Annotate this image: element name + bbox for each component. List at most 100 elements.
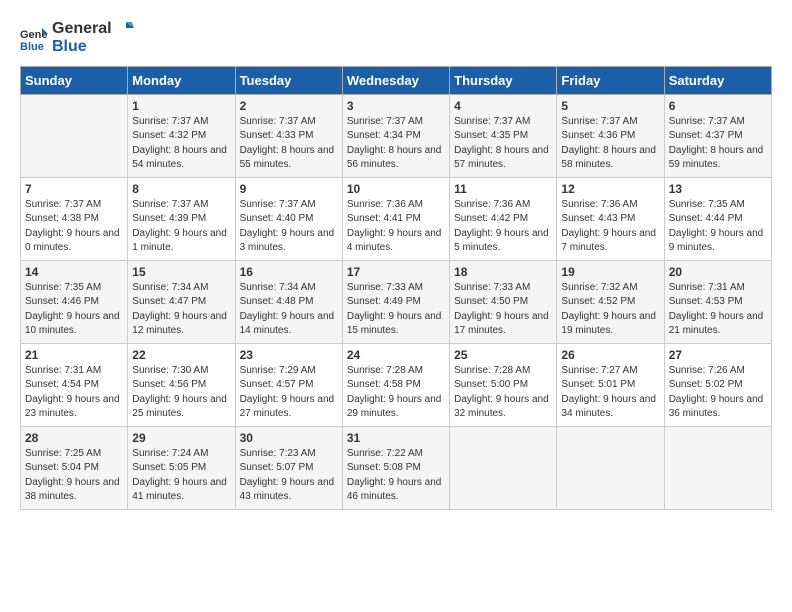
logo-icon: General Blue	[20, 24, 48, 52]
day-number: 10	[347, 182, 445, 196]
calendar-cell: 20 Sunrise: 7:31 AMSunset: 4:53 PMDayligh…	[664, 260, 771, 343]
calendar-cell: 13 Sunrise: 7:35 AMSunset: 4:44 PMDayligh…	[664, 177, 771, 260]
day-header-saturday: Saturday	[664, 66, 771, 94]
day-info: Sunrise: 7:37 AMSunset: 4:38 PMDaylight:…	[25, 198, 123, 256]
calendar-cell	[21, 94, 128, 177]
day-info: Sunrise: 7:26 AMSunset: 5:02 PMDaylight:…	[669, 364, 767, 422]
calendar-cell: 25 Sunrise: 7:28 AMSunset: 5:00 PMDayligh…	[450, 343, 557, 426]
day-number: 25	[454, 348, 552, 362]
day-number: 14	[25, 265, 123, 279]
calendar-header-row: SundayMondayTuesdayWednesdayThursdayFrid…	[21, 66, 772, 94]
calendar-cell: 26 Sunrise: 7:27 AMSunset: 5:01 PMDayligh…	[557, 343, 664, 426]
day-info: Sunrise: 7:35 AMSunset: 4:46 PMDaylight:…	[25, 281, 123, 339]
day-number: 9	[240, 182, 338, 196]
calendar-cell: 28Sunrise: 7:25 AMSunset: 5:04 PMDayligh…	[21, 426, 128, 509]
day-info: Sunrise: 7:34 AMSunset: 4:47 PMDaylight:…	[132, 281, 230, 339]
day-info: Sunrise: 7:33 AMSunset: 4:50 PMDaylight:…	[454, 281, 552, 339]
day-number: 16	[240, 265, 338, 279]
day-number: 27	[669, 348, 767, 362]
calendar-cell: 22 Sunrise: 7:30 AMSunset: 4:56 PMDayligh…	[128, 343, 235, 426]
day-header-monday: Monday	[128, 66, 235, 94]
logo: General Blue General Blue	[20, 20, 134, 56]
calendar-cell	[557, 426, 664, 509]
calendar-cell: 5 Sunrise: 7:37 AMSunset: 4:36 PMDaylight…	[557, 94, 664, 177]
day-info: Sunrise: 7:36 AMSunset: 4:43 PMDaylight:…	[561, 198, 659, 256]
day-number: 3	[347, 99, 445, 113]
svg-text:Blue: Blue	[20, 41, 44, 52]
calendar-cell: 3 Sunrise: 7:37 AMSunset: 4:34 PMDaylight…	[342, 94, 449, 177]
calendar-cell: 17Sunrise: 7:33 AMSunset: 4:49 PMDayligh…	[342, 260, 449, 343]
calendar-cell	[664, 426, 771, 509]
day-number: 28	[25, 431, 123, 445]
day-info: Sunrise: 7:27 AMSunset: 5:01 PMDaylight:…	[561, 364, 659, 422]
day-info: Sunrise: 7:37 AMSunset: 4:32 PMDaylight:…	[132, 115, 230, 173]
calendar-week-5: 28Sunrise: 7:25 AMSunset: 5:04 PMDayligh…	[21, 426, 772, 509]
calendar-week-2: 7 Sunrise: 7:37 AMSunset: 4:38 PMDaylight…	[21, 177, 772, 260]
day-info: Sunrise: 7:28 AMSunset: 5:00 PMDaylight:…	[454, 364, 552, 422]
calendar-cell: 11 Sunrise: 7:36 AMSunset: 4:42 PMDayligh…	[450, 177, 557, 260]
calendar-week-3: 14 Sunrise: 7:35 AMSunset: 4:46 PMDayligh…	[21, 260, 772, 343]
day-header-friday: Friday	[557, 66, 664, 94]
calendar-cell: 9Sunrise: 7:37 AMSunset: 4:40 PMDaylight…	[235, 177, 342, 260]
day-number: 11	[454, 182, 552, 196]
day-header-wednesday: Wednesday	[342, 66, 449, 94]
day-number: 1	[132, 99, 230, 113]
calendar-cell: 10 Sunrise: 7:36 AMSunset: 4:41 PMDayligh…	[342, 177, 449, 260]
calendar-cell: 30 Sunrise: 7:23 AMSunset: 5:07 PMDayligh…	[235, 426, 342, 509]
calendar-cell: 21Sunrise: 7:31 AMSunset: 4:54 PMDayligh…	[21, 343, 128, 426]
day-number: 31	[347, 431, 445, 445]
day-number: 12	[561, 182, 659, 196]
day-info: Sunrise: 7:37 AMSunset: 4:37 PMDaylight:…	[669, 115, 767, 173]
logo-bird-icon	[116, 20, 134, 38]
day-info: Sunrise: 7:31 AMSunset: 4:53 PMDaylight:…	[669, 281, 767, 339]
calendar-cell: 7 Sunrise: 7:37 AMSunset: 4:38 PMDaylight…	[21, 177, 128, 260]
day-info: Sunrise: 7:35 AMSunset: 4:44 PMDaylight:…	[669, 198, 767, 256]
calendar-cell: 6 Sunrise: 7:37 AMSunset: 4:37 PMDaylight…	[664, 94, 771, 177]
day-info: Sunrise: 7:33 AMSunset: 4:49 PMDaylight:…	[347, 281, 445, 339]
calendar-cell: 18 Sunrise: 7:33 AMSunset: 4:50 PMDayligh…	[450, 260, 557, 343]
day-info: Sunrise: 7:34 AMSunset: 4:48 PMDaylight:…	[240, 281, 338, 339]
day-number: 8	[132, 182, 230, 196]
day-info: Sunrise: 7:37 AMSunset: 4:33 PMDaylight:…	[240, 115, 338, 173]
day-header-thursday: Thursday	[450, 66, 557, 94]
day-number: 7	[25, 182, 123, 196]
calendar-cell: 8 Sunrise: 7:37 AMSunset: 4:39 PMDaylight…	[128, 177, 235, 260]
day-number: 13	[669, 182, 767, 196]
day-info: Sunrise: 7:36 AMSunset: 4:41 PMDaylight:…	[347, 198, 445, 256]
day-info: Sunrise: 7:37 AMSunset: 4:39 PMDaylight:…	[132, 198, 230, 256]
day-info: Sunrise: 7:23 AMSunset: 5:07 PMDaylight:…	[240, 447, 338, 505]
calendar-cell: 2 Sunrise: 7:37 AMSunset: 4:33 PMDaylight…	[235, 94, 342, 177]
day-header-tuesday: Tuesday	[235, 66, 342, 94]
calendar-cell: 31Sunrise: 7:22 AMSunset: 5:08 PMDayligh…	[342, 426, 449, 509]
calendar-cell: 4Sunrise: 7:37 AMSunset: 4:35 PMDaylight…	[450, 94, 557, 177]
day-info: Sunrise: 7:37 AMSunset: 4:36 PMDaylight:…	[561, 115, 659, 173]
day-number: 6	[669, 99, 767, 113]
calendar-cell: 16 Sunrise: 7:34 AMSunset: 4:48 PMDayligh…	[235, 260, 342, 343]
day-number: 24	[347, 348, 445, 362]
calendar-cell: 1 Sunrise: 7:37 AMSunset: 4:32 PMDaylight…	[128, 94, 235, 177]
day-number: 18	[454, 265, 552, 279]
calendar-cell: 24Sunrise: 7:28 AMSunset: 4:58 PMDayligh…	[342, 343, 449, 426]
day-number: 15	[132, 265, 230, 279]
day-number: 26	[561, 348, 659, 362]
day-number: 29	[132, 431, 230, 445]
day-info: Sunrise: 7:37 AMSunset: 4:34 PMDaylight:…	[347, 115, 445, 173]
calendar-cell: 15 Sunrise: 7:34 AMSunset: 4:47 PMDayligh…	[128, 260, 235, 343]
day-info: Sunrise: 7:30 AMSunset: 4:56 PMDaylight:…	[132, 364, 230, 422]
day-info: Sunrise: 7:31 AMSunset: 4:54 PMDaylight:…	[25, 364, 123, 422]
calendar-cell: 23Sunrise: 7:29 AMSunset: 4:57 PMDayligh…	[235, 343, 342, 426]
day-number: 5	[561, 99, 659, 113]
logo-general-text: General	[52, 20, 112, 37]
calendar-cell: 27 Sunrise: 7:26 AMSunset: 5:02 PMDayligh…	[664, 343, 771, 426]
day-number: 4	[454, 99, 552, 113]
day-number: 30	[240, 431, 338, 445]
day-number: 20	[669, 265, 767, 279]
day-number: 23	[240, 348, 338, 362]
day-number: 22	[132, 348, 230, 362]
calendar-week-1: 1 Sunrise: 7:37 AMSunset: 4:32 PMDaylight…	[21, 94, 772, 177]
day-info: Sunrise: 7:36 AMSunset: 4:42 PMDaylight:…	[454, 198, 552, 256]
calendar-cell	[450, 426, 557, 509]
day-number: 19	[561, 265, 659, 279]
day-number: 2	[240, 99, 338, 113]
day-header-sunday: Sunday	[21, 66, 128, 94]
